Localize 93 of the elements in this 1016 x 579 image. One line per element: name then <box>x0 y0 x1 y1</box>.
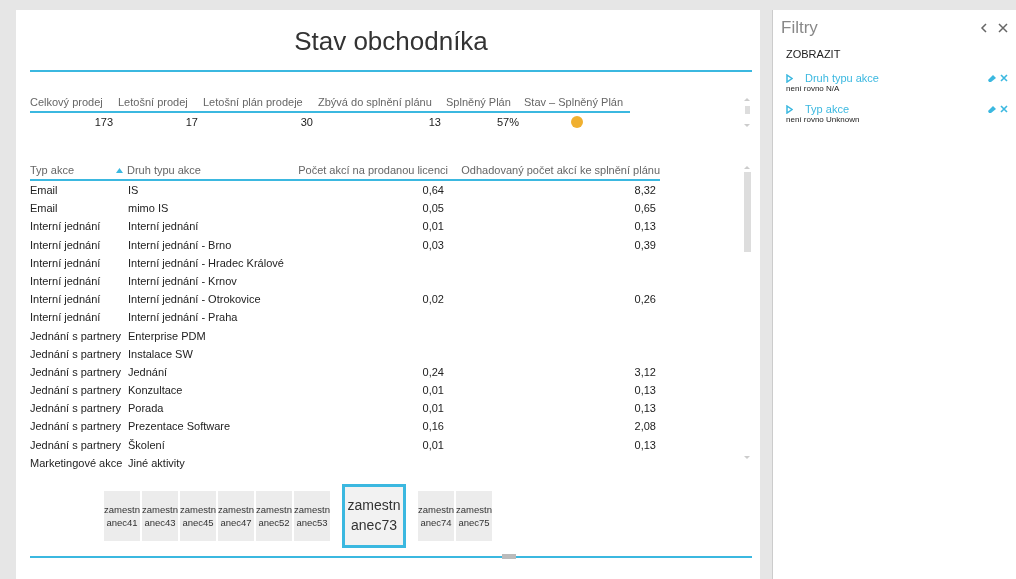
column-header[interactable]: Zbývá do splnění plánu <box>318 96 446 113</box>
table-cell: 0,03 <box>422 238 444 251</box>
table-cell: Interní jednání <box>128 220 199 233</box>
employee-tile[interactable]: zamestn anec43 <box>142 491 178 541</box>
table-cell: 0,01 <box>422 220 444 233</box>
table-cell-text: 13 <box>427 115 442 130</box>
report-title: Stav obchodníka <box>293 25 489 58</box>
table-cell: IS <box>128 184 139 196</box>
table-cell: Porada <box>128 402 164 415</box>
filter-condition: není rovno N/A <box>786 84 841 93</box>
table-cell: Jednání <box>128 365 168 378</box>
table-cell-text: 30 <box>299 115 314 130</box>
table-cell: 2,08 <box>634 420 656 433</box>
table-cell: Interní jednání - Hradec Králové <box>128 256 284 269</box>
table-cell: Interní jednání - Praha <box>128 311 238 324</box>
column-header[interactable]: Letošní prodej <box>118 96 203 113</box>
table-cell: 0,65 <box>634 202 656 215</box>
column-header[interactable]: Letošní plán prodeje <box>203 96 318 113</box>
table-cell: 8,32 <box>634 184 656 196</box>
table-cell: Enterprise PDM <box>128 329 206 342</box>
employee-tile[interactable]: zamestn anec47 <box>218 491 254 541</box>
table-cell: 0,01 <box>422 438 444 451</box>
table-cell: 0,05 <box>422 202 444 215</box>
scrollbar[interactable] <box>742 96 752 130</box>
table-cell: Interní jednání <box>30 311 101 324</box>
table-cell-text: 17 <box>184 115 199 130</box>
filter-condition: není rovno Unknown <box>786 115 861 124</box>
employee-tile[interactable]: zamestn anec73 <box>342 484 406 548</box>
table-cell: 3,12 <box>634 365 656 378</box>
table-cell: Jednání s partnery <box>30 329 122 342</box>
table-cell: Interní jednání - Otrokovice <box>128 293 261 306</box>
employee-tile[interactable]: zamestn anec75 <box>456 491 492 541</box>
table-cell: Jiné aktivity <box>128 456 185 469</box>
employee-tile[interactable]: zamestn anec52 <box>256 491 292 541</box>
table-cell: Interní jednání - Brno <box>128 238 232 251</box>
expand-icon <box>786 73 793 83</box>
eraser-icon[interactable] <box>987 105 997 113</box>
table-cell: Konzultace <box>128 384 183 397</box>
table-cell-text: 57% <box>495 115 520 130</box>
table-cell: 0,16 <box>422 420 444 433</box>
table-cell: Prezentace Software <box>128 420 231 433</box>
table-cell: Jednání s partnery <box>30 402 122 415</box>
employee-tile[interactable]: zamestn anec45 <box>180 491 216 541</box>
employee-tile[interactable]: zamestn anec53 <box>294 491 330 541</box>
filter-name: Typ akce <box>805 103 850 115</box>
column-header[interactable]: Celkový prodej <box>30 96 118 113</box>
column-header[interactable]: Typ akce <box>30 164 128 181</box>
table-cell: 0,01 <box>422 384 444 397</box>
column-header[interactable]: Splněný Plán <box>446 96 524 113</box>
table-cell: Marketingové akce <box>30 456 123 469</box>
table-cell: 0,01 <box>422 402 444 415</box>
remove-icon[interactable] <box>1000 105 1008 113</box>
column-header[interactable]: Odhadovaný počet akcí ke splnění plánu <box>448 164 660 181</box>
employee-tile[interactable]: zamestn anec41 <box>104 491 140 541</box>
table-cell: 0,24 <box>422 365 444 378</box>
table-cell: Interní jednání - Krnov <box>128 274 237 287</box>
table-cell: Školení <box>128 438 165 451</box>
collapse-icon[interactable] <box>980 23 988 33</box>
table-cell: 0,64 <box>422 184 444 196</box>
table-cell: Interní jednání <box>30 274 101 287</box>
filter-name: Druh typu akce <box>805 72 879 84</box>
table-cell: 0,26 <box>634 293 656 306</box>
table-cell: Jednání s partnery <box>30 438 122 451</box>
scroll-thumb[interactable] <box>502 554 516 559</box>
table-cell: Interní jednání <box>30 256 101 269</box>
table-cell: Email <box>30 184 58 196</box>
table-cell: 0,13 <box>634 438 656 451</box>
table-cell: Instalace SW <box>128 347 193 360</box>
close-icon[interactable] <box>998 23 1008 33</box>
table-cell: Interní jednání <box>30 238 101 251</box>
table-cell: 0,39 <box>634 238 656 251</box>
employee-tile[interactable]: zamestn anec74 <box>418 491 454 541</box>
remove-icon[interactable] <box>1000 74 1008 82</box>
eraser-icon[interactable] <box>987 74 997 82</box>
table-cell: 0,13 <box>634 402 656 415</box>
table-cell: 0,02 <box>422 293 444 306</box>
table-cell: Interní jednání <box>30 293 101 306</box>
table-cell: mimo IS <box>128 202 169 215</box>
expand-icon <box>786 104 793 114</box>
column-header[interactable]: Druh typu akce <box>116 164 288 181</box>
pane-title: Filtry <box>781 18 819 38</box>
table-cell: 0,13 <box>634 220 656 233</box>
column-header[interactable]: Počet akcí na prodanou licenci <box>288 164 448 181</box>
table-cell-text: 173 <box>93 115 114 130</box>
table-cell: Interní jednání <box>30 220 101 233</box>
section-label: ZOBRAZIT <box>786 48 842 60</box>
table-cell: 0,13 <box>634 384 656 397</box>
column-header[interactable]: Stav – Splněný Plán <box>524 96 630 113</box>
table-cell: Jednání s partnery <box>30 420 122 433</box>
table-cell: Jednání s partnery <box>30 384 122 397</box>
table-cell: Email <box>30 202 58 215</box>
table-cell: Jednání s partnery <box>30 365 122 378</box>
table-cell: Jednání s partnery <box>30 347 122 360</box>
